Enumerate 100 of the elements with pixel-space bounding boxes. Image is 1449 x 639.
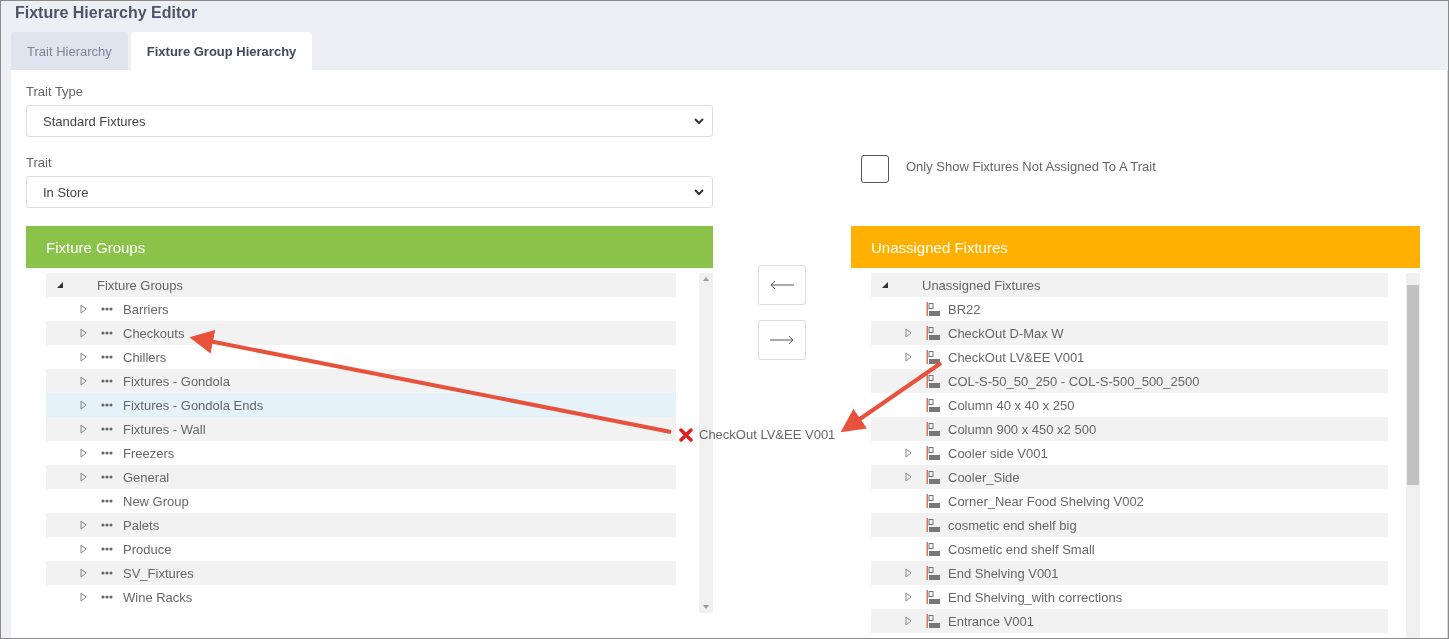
- tree-item-label: Column 900 x 450 x2 500: [948, 421, 1097, 437]
- tree-row[interactable]: Fixtures - Wall: [46, 417, 676, 441]
- expand-triangle-icon[interactable]: [80, 328, 87, 338]
- dots-icon: [101, 451, 113, 455]
- expand-triangle-icon[interactable]: [80, 592, 87, 602]
- expand-triangle-icon[interactable]: [905, 352, 912, 362]
- expand-triangle-icon[interactable]: [905, 472, 912, 482]
- fixture-icon: [926, 446, 940, 460]
- checkbox[interactable]: [861, 155, 889, 183]
- expand-triangle-icon[interactable]: [80, 544, 87, 554]
- expand-triangle-icon[interactable]: [80, 424, 87, 434]
- tree-item-label: End Shelving V001: [948, 565, 1059, 581]
- tree-item-label: Cosmetic end shelf Small: [948, 541, 1095, 557]
- tree-item-label: Fixtures - Gondola: [123, 373, 230, 389]
- fixture-icon: [926, 422, 940, 436]
- arrow-right-icon: [769, 335, 795, 345]
- expand-triangle-icon[interactable]: [80, 400, 87, 410]
- tree-item-label: Palets: [123, 517, 160, 533]
- tree-item-label: Cooler_Side: [948, 469, 1020, 485]
- scrollbar[interactable]: [1406, 273, 1420, 638]
- fixture-icon: [926, 374, 940, 388]
- tree-row[interactable]: Entrance V001: [871, 609, 1388, 633]
- expand-triangle-icon[interactable]: [80, 376, 87, 386]
- fixture-icon: [926, 518, 940, 532]
- fixture-icon: [926, 302, 940, 316]
- tree-row[interactable]: cosmetic end shelf big: [871, 513, 1388, 537]
- move-left-button[interactable]: [758, 265, 806, 305]
- dots-icon: [101, 331, 113, 335]
- tree-item-label: Cooler side V001: [948, 445, 1048, 461]
- tree-row[interactable]: End Shelving V001: [871, 561, 1388, 585]
- tree-row[interactable]: COL-S-50_50_250 - COL-S-500_500_2500: [871, 369, 1388, 393]
- tree-row[interactable]: General: [46, 465, 676, 489]
- tree-item-label: End Shelving_with corrections: [948, 589, 1123, 605]
- checkbox-label: Only Show Fixtures Not Assigned To A Trait: [906, 159, 1156, 174]
- move-right-button[interactable]: [758, 320, 806, 360]
- tree-item-label: Checkouts: [123, 325, 185, 341]
- tree-item-label: Fixtures - Wall: [123, 421, 206, 437]
- tree-root-label: Unassigned Fixtures: [922, 277, 1041, 293]
- tree-row[interactable]: Palets: [46, 513, 676, 537]
- tree-root-row[interactable]: Unassigned Fixtures: [871, 273, 1388, 297]
- dots-icon: [101, 307, 113, 311]
- select-field[interactable]: Standard Fixtures: [26, 105, 713, 137]
- drag-label: CheckOut LV&EE V001: [699, 427, 836, 442]
- dots-icon: [101, 595, 113, 599]
- tree-item-label: COL-S-50_50_250 - COL-S-500_500_2500: [948, 373, 1200, 389]
- tree-item-label: Freezers: [123, 445, 175, 461]
- tree-row[interactable]: Fixtures - Gondola Ends: [46, 393, 676, 417]
- tree-row[interactable]: Cooler_Side: [871, 465, 1388, 489]
- fixture-icon: [926, 398, 940, 412]
- expand-triangle-icon[interactable]: [905, 328, 912, 338]
- tree-item-label: Wine Racks: [123, 589, 193, 605]
- tree-root-row[interactable]: Fixture Groups: [46, 273, 676, 297]
- tab[interactable]: Fixture Group Hierarchy: [130, 32, 313, 70]
- fixture-icon: [926, 614, 940, 628]
- expand-triangle-icon[interactable]: [80, 448, 87, 458]
- tree-row[interactable]: Checkouts: [46, 321, 676, 345]
- field-label: Trait: [26, 155, 53, 170]
- expand-triangle-icon[interactable]: [905, 592, 912, 602]
- dots-icon: [101, 499, 113, 503]
- expand-triangle-icon[interactable]: [905, 616, 912, 626]
- expand-triangle-icon[interactable]: [905, 568, 912, 578]
- expand-triangle-icon[interactable]: [80, 472, 87, 482]
- collapse-triangle-icon[interactable]: [56, 281, 64, 289]
- collapse-triangle-icon[interactable]: [881, 281, 889, 289]
- tree-row[interactable]: SV_Fixtures: [46, 561, 676, 585]
- tree-item-label: General: [123, 469, 170, 485]
- expand-triangle-icon[interactable]: [905, 448, 912, 458]
- expand-triangle-icon[interactable]: [80, 352, 87, 362]
- fixture-icon: [926, 350, 940, 364]
- dots-icon: [101, 475, 113, 479]
- expand-triangle-icon[interactable]: [80, 304, 87, 314]
- fixture-icon: [926, 470, 940, 484]
- fixture-icon: [926, 590, 940, 604]
- expand-triangle-icon[interactable]: [80, 520, 87, 530]
- chevron-down-icon: [694, 117, 704, 125]
- tree-row[interactable]: Column 900 x 450 x2 500: [871, 417, 1388, 441]
- dots-icon: [101, 571, 113, 575]
- tab[interactable]: Trait Hierarchy: [11, 32, 128, 70]
- tree-item-label: SV_Fixtures: [123, 565, 194, 581]
- tree-item-label: Fixtures - Gondola Ends: [123, 397, 264, 413]
- panel-header: Fixture Groups: [26, 226, 713, 268]
- field-label: Trait Type: [26, 84, 85, 99]
- panel-header: Unassigned Fixtures: [851, 226, 1420, 268]
- tree-item-label: BR22: [948, 301, 981, 317]
- tree-item-label: Column 40 x 40 x 250: [948, 397, 1075, 413]
- select-field[interactable]: In Store: [26, 176, 713, 208]
- fixture-icon: [926, 494, 940, 508]
- tree-item-label: New Group: [123, 493, 189, 509]
- chevron-down-icon: [694, 188, 704, 196]
- fixture-icon: [926, 326, 940, 340]
- tree-row[interactable]: CheckOut D-Max W: [871, 321, 1388, 345]
- fixture-icon: [926, 542, 940, 556]
- tree-row[interactable]: Fixtures - Gondola: [46, 369, 676, 393]
- tree-item-label: Produce: [123, 541, 172, 557]
- dots-icon: [101, 355, 113, 359]
- expand-triangle-icon[interactable]: [80, 568, 87, 578]
- dots-icon: [101, 427, 113, 431]
- tree-item-label: Barriers: [123, 301, 169, 317]
- tree-item-label: Chillers: [123, 349, 167, 365]
- tree-item-label: CheckOut D-Max W: [948, 325, 1064, 341]
